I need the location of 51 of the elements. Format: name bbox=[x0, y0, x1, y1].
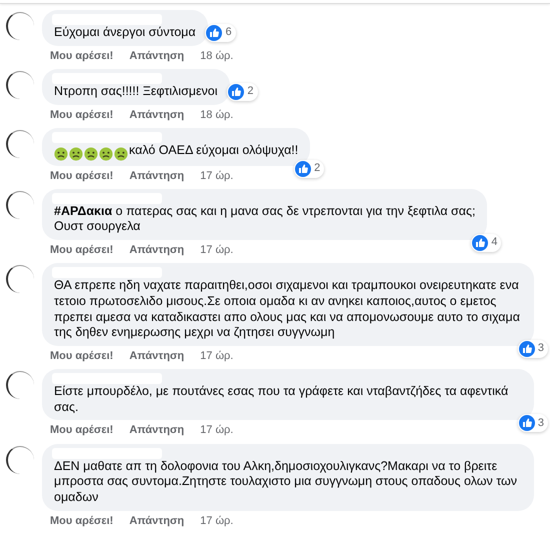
like-count: 6 bbox=[225, 26, 232, 40]
reply-link[interactable]: Απάντηση bbox=[129, 48, 184, 63]
like-count: 2 bbox=[247, 84, 254, 98]
like-icon bbox=[295, 160, 312, 177]
timestamp[interactable]: 17 ώρ. bbox=[200, 243, 234, 258]
timestamp[interactable]: 18 ώρ. bbox=[200, 108, 234, 122]
reply-link[interactable]: Απάντηση bbox=[129, 168, 184, 183]
reply-link[interactable]: Απάντηση bbox=[129, 514, 184, 528]
reaction-badge[interactable]: 2 bbox=[227, 82, 258, 101]
reaction-badge[interactable]: 3 bbox=[518, 340, 548, 358]
comment-text: #ΑΡΔακια ο πατερας σας και η μανα σας δε ντρεπονται για την ξεφτιλα σας; Ουστ σουργελα bbox=[54, 204, 476, 234]
like-link[interactable]: Μου αρέσει! bbox=[50, 348, 114, 364]
nauseated-face-icon bbox=[84, 146, 98, 161]
timestamp[interactable]: 17 ώρ. bbox=[200, 168, 234, 183]
nauseated-face-icon bbox=[99, 146, 113, 161]
reply-link[interactable]: Απάντηση bbox=[129, 348, 184, 364]
timestamp[interactable]: 17 ώρ. bbox=[200, 423, 234, 438]
like-icon bbox=[472, 235, 488, 252]
reaction-badge[interactable]: 4 bbox=[471, 234, 502, 252]
timestamp[interactable]: 17 ώρ. bbox=[200, 348, 234, 364]
like-link[interactable]: Μου αρέσει! bbox=[50, 514, 114, 528]
timestamp[interactable]: 17 ώρ. bbox=[200, 514, 234, 528]
comment-text: Είστε μπουρδέλο, με πουτάνες εσας που τα γράφετε και νταβαντζήδες τα αφεντικά σας. bbox=[54, 384, 508, 414]
like-link[interactable]: Μου αρέσει! bbox=[50, 243, 114, 258]
reaction-badge[interactable]: 3 bbox=[518, 414, 548, 432]
like-count: 2 bbox=[314, 162, 320, 176]
nauseated-face-icon bbox=[69, 146, 83, 161]
nauseated-face-icon bbox=[54, 146, 68, 161]
timestamp[interactable]: 18 ώρ. bbox=[200, 48, 234, 63]
like-link[interactable]: Μου αρέσει! bbox=[50, 48, 114, 63]
like-link[interactable]: Μου αρέσει! bbox=[50, 108, 114, 122]
like-count: 3 bbox=[538, 342, 544, 356]
reply-link[interactable]: Απάντηση bbox=[129, 243, 184, 258]
nauseated-face-icon bbox=[114, 146, 128, 161]
like-icon bbox=[518, 340, 535, 357]
reply-link[interactable]: Απάντηση bbox=[129, 108, 184, 122]
like-link[interactable]: Μου αρέσει! bbox=[50, 423, 114, 438]
reply-link[interactable]: Απάντηση bbox=[129, 423, 184, 438]
comment-text: ΘΑ επρεπε ηδη ναχατε παραιτηθει,οσοι σιχαμενοι και τραμπουκοι ονειρευτηκατε ενα τετοιο πρωτοσελιδο μισους.Σε οποια ομαδα κι αν ανηκει καποιος,αυτος ο εμετος πρεπει αμεσα να καταδικαστει απο ολους μας και να απομονωσουμε αυτο το σιχαμα της δηθεν ενημερωσης μεχρι να ζητησει συγγνωμη bbox=[54, 278, 520, 340]
comment-text: Ντροπη σας!!!!! Ξεφτιλισμενοι bbox=[54, 84, 218, 98]
like-count: 3 bbox=[538, 416, 544, 430]
like-link[interactable]: Μου αρέσει! bbox=[50, 168, 114, 183]
comment-text: Εύχομαι άνεργοι σύντομα bbox=[54, 25, 196, 39]
like-icon bbox=[206, 24, 222, 41]
reaction-badge[interactable]: 2 bbox=[294, 160, 324, 178]
like-icon bbox=[228, 84, 244, 100]
like-count: 4 bbox=[491, 236, 498, 250]
comment-text: ΔΕΝ μαθατε απ τη δολοφονια του Αλκη,δημοσιοχουλιγκανς?Μακαρι να το βρειτε μπροστα σας συντομα.Ζητηστε τουλαχιστο μια συγγνωμη στους οπαδους ολων των ομαδων bbox=[54, 458, 518, 504]
like-icon bbox=[518, 415, 535, 432]
reaction-badge[interactable]: 6 bbox=[205, 24, 236, 42]
comment-text: καλό ΟΑΕΔ εύχομαι ολόψυχα!! bbox=[129, 142, 298, 157]
